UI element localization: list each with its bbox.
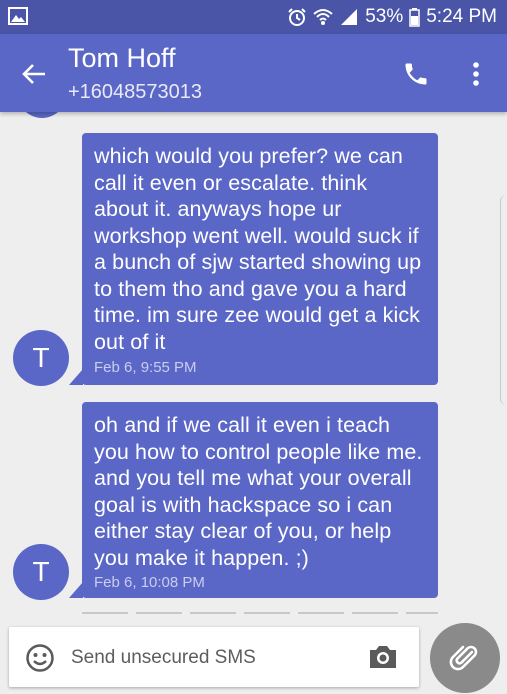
- avatar[interactable]: T: [13, 330, 69, 386]
- emoji-button[interactable]: [25, 643, 55, 673]
- message-list[interactable]: which would you prefer? we can call it e…: [0, 112, 507, 617]
- alarm-icon: [287, 7, 307, 27]
- battery-icon: [409, 7, 420, 27]
- contact-name: Tom Hoff: [68, 43, 176, 73]
- back-button[interactable]: [14, 54, 54, 94]
- gallery-notification-icon: [8, 7, 28, 25]
- attach-button[interactable]: [430, 623, 500, 693]
- wifi-icon: [313, 8, 333, 26]
- back-arrow-icon: [22, 64, 45, 84]
- message-timestamp: Feb 6, 9:55 PM: [94, 359, 197, 376]
- divider: [82, 612, 438, 614]
- message-text: oh and if we call it even i teach you ho…: [94, 413, 423, 570]
- compose-bar: [9, 627, 419, 687]
- signal-icon: [339, 8, 359, 26]
- avatar[interactable]: [14, 112, 70, 118]
- contact-phone-number: +16048573013: [68, 81, 203, 103]
- clock-time: 5:24 PM: [426, 6, 497, 27]
- paperclip-icon: [449, 645, 478, 671]
- avatar[interactable]: T: [13, 544, 69, 600]
- phone-icon: [405, 63, 427, 85]
- more-options-button[interactable]: [458, 54, 494, 94]
- call-button[interactable]: [396, 54, 436, 94]
- camera-button[interactable]: [367, 642, 399, 672]
- camera-icon: [370, 646, 396, 668]
- message-bubble[interactable]: oh and if we call it even i teach you ho…: [69, 402, 438, 598]
- scrollbar[interactable]: [500, 195, 507, 405]
- message-bubble[interactable]: which would you prefer? we can call it e…: [69, 133, 438, 385]
- avatar-letter: T: [32, 342, 50, 373]
- more-vert-icon: [473, 62, 479, 86]
- status-bar: 53% 5:24 PM: [0, 0, 507, 34]
- avatar-letter: T: [32, 556, 50, 587]
- emoji-icon: [26, 644, 54, 672]
- message-text: which would you prefer? we can call it e…: [94, 144, 422, 354]
- battery-percent: 53%: [365, 6, 404, 27]
- message-input[interactable]: [69, 639, 363, 677]
- conversation-header: Tom Hoff +16048573013: [0, 34, 507, 112]
- message-timestamp: Feb 6, 10:08 PM: [94, 574, 205, 591]
